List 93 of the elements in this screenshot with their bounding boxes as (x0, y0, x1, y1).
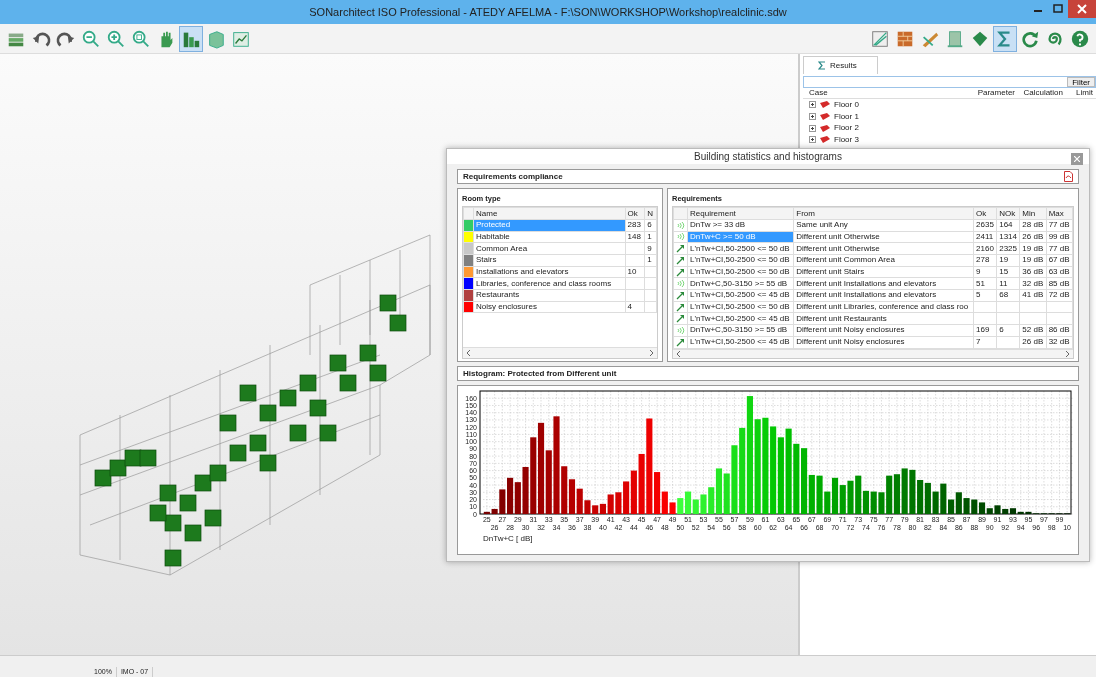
table-cell: 32 dB (1019, 277, 1047, 290)
table-cell: 19 dB (1019, 242, 1047, 255)
column-header: Limit (1075, 87, 1093, 99)
table-cell: 67 dB (1046, 254, 1073, 267)
table-cell: 11 (996, 277, 1020, 290)
column-header: Name (473, 207, 625, 220)
table-cell[interactable]: L'nTw+CI,50-2500 <= 50 dB (687, 266, 794, 278)
table-cell[interactable]: Noisy enclosures (473, 301, 625, 313)
table-cell[interactable]: Libraries, conference and class rooms (473, 277, 625, 290)
table-cell: 6 (644, 219, 657, 232)
table-cell: 19 (996, 254, 1020, 267)
x-axis-title: DnTw+C [ dB] (483, 534, 533, 543)
tree-item[interactable]: Floor 2 (834, 122, 859, 135)
table-cell: 9 (644, 242, 657, 255)
table-cell: Different unit Noisy enclosures (793, 336, 974, 348)
table-cell[interactable]: Common Area (473, 242, 625, 255)
table-cell: Same unit Any (793, 219, 974, 232)
table-cell[interactable]: Restaurants (473, 289, 625, 302)
column-header: Calculation (1022, 87, 1063, 99)
table-cell[interactable]: Habitable (473, 231, 625, 243)
table-cell: Different unit Restaurants (793, 312, 974, 325)
table-cell: 283 (625, 219, 645, 232)
column-header: Max (1046, 207, 1073, 220)
dialog-title: Building statistics and histograms (694, 150, 842, 164)
table-cell[interactable]: DnTw >= 33 dB (687, 219, 794, 232)
table-cell: 278 (973, 254, 997, 267)
table-cell: Different unit Otherwise (793, 231, 974, 243)
table-cell: 5 (973, 289, 997, 302)
table-cell: 6 (996, 324, 1020, 337)
table-cell: 4 (625, 301, 645, 313)
table-cell: 164 (996, 219, 1020, 232)
table-cell: 77 dB (1046, 242, 1073, 255)
table-cell: 10 (625, 266, 645, 278)
table-cell: Different unit Installations and elevators (793, 277, 974, 290)
table-cell: Different unit Installations and elevators (793, 289, 974, 302)
window-title: SONarchitect ISO Professional - ATEDY AFELMA - F:\SON\WORKSHOP\Workshop\realclinic.sdw (309, 4, 787, 20)
column-header: Ok (973, 207, 997, 220)
table-cell[interactable]: L'nTw+CI,50-2500 <= 45 dB (687, 336, 794, 348)
table-cell[interactable]: L'nTw+CI,50-2500 <= 45 dB (687, 289, 794, 302)
table-cell: 19 dB (1019, 254, 1047, 267)
table-cell: 32 dB (1046, 336, 1073, 348)
table-cell: 36 dB (1019, 266, 1047, 278)
column-header: From (793, 207, 974, 220)
section-title: Requirements compliance (463, 170, 563, 183)
table-cell: 28 dB (1019, 219, 1047, 232)
table-cell: 63 dB (1046, 266, 1073, 278)
table-cell[interactable]: Stairs (473, 254, 625, 267)
table-cell: 148 (625, 231, 645, 243)
column-header: Parameter (976, 87, 1015, 99)
table-cell: 26 dB (1019, 336, 1047, 348)
table-cell: 1 (644, 254, 657, 267)
column-header: Case (808, 87, 829, 99)
table-cell: Different unit Otherwise (793, 242, 974, 255)
tree-item[interactable]: Floor 3 (834, 133, 859, 146)
table-cell: Different unit Libraries, conference and class roo (793, 301, 974, 313)
tree-item[interactable]: Floor 0 (834, 98, 859, 111)
table-cell: 86 dB (1046, 324, 1073, 337)
table-cell: 1314 (996, 231, 1020, 243)
table-cell: 1 (644, 231, 657, 243)
table-cell: 41 dB (1019, 289, 1047, 302)
table-cell: Different unit Common Area (793, 254, 974, 267)
table-cell: 77 dB (1046, 219, 1073, 232)
table-cell[interactable]: Installations and elevators (473, 266, 625, 278)
table-cell[interactable]: L'nTw+CI,50-2500 <= 45 dB (687, 312, 794, 325)
table-cell[interactable]: L'nTw+CI,50-2500 <= 50 dB (687, 242, 794, 255)
table-cell[interactable]: L'nTw+CI,50-2500 <= 50 dB (687, 301, 794, 313)
table-cell: 169 (973, 324, 997, 337)
table-cell: 99 dB (1046, 231, 1073, 243)
tree-item[interactable]: Floor 1 (834, 110, 859, 123)
table-cell: 7 (973, 336, 997, 348)
column-header: Ok (625, 207, 645, 220)
table-cell: 2160 (973, 242, 997, 255)
column-header: Requirement (687, 207, 794, 220)
table-cell: Different unit Noisy enclosures (793, 324, 974, 337)
table-cell: 72 dB (1046, 289, 1073, 302)
table-cell[interactable]: DnTw+C,50-3150 >= 55 dB (687, 324, 794, 337)
table-cell: 26 dB (1019, 231, 1047, 243)
table-cell: 51 (973, 277, 997, 290)
table-cell[interactable]: L'nTw+CI,50-2500 <= 50 dB (687, 254, 794, 267)
table-cell: 9 (973, 266, 997, 278)
table-cell: 2325 (996, 242, 1020, 255)
column-header: Min (1019, 207, 1047, 220)
table-cell[interactable]: DnTw+C,50-3150 >= 55 dB (687, 277, 794, 290)
table-cell: 85 dB (1046, 277, 1073, 290)
results-tab[interactable]: Results (803, 56, 878, 74)
table-cell: 2635 (973, 219, 997, 232)
table-cell: Different unit Stairs (793, 266, 974, 278)
table-cell: 68 (996, 289, 1020, 302)
table-cell: 2411 (973, 231, 997, 243)
table-cell: 15 (996, 266, 1020, 278)
column-header: NOk (996, 207, 1020, 220)
section-title: Histogram: Protected from Different unit (463, 367, 617, 380)
table-cell: 52 dB (1019, 324, 1047, 337)
